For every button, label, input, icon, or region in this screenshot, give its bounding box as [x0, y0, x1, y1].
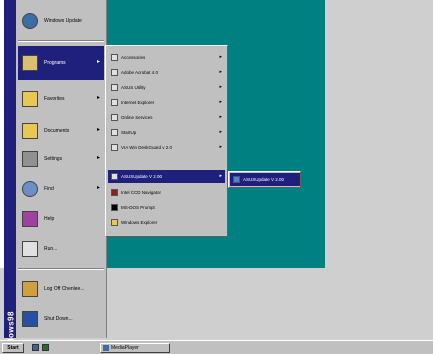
start-item-run[interactable]: Run... — [18, 232, 104, 266]
right-backdrop — [325, 0, 433, 340]
program-group-icon — [111, 84, 118, 91]
start-button[interactable]: Start — [2, 343, 24, 353]
run-icon — [22, 241, 38, 257]
start-item-settings[interactable]: Settings ▸ — [18, 142, 104, 176]
menu-separator — [18, 268, 104, 270]
submenu-arrow-icon: ▸ — [96, 59, 100, 65]
start-item-label: Log Off Chenlee... — [44, 286, 85, 292]
intel-ccd-icon — [111, 189, 118, 196]
desktop-screen: Windows98 Windows Update Programs ▸ Favo… — [0, 0, 433, 354]
programs-submenu: Accessories ▸ Adobe Acrobat 4.0 ▸ ASUS U… — [105, 45, 228, 237]
program-group-icon — [111, 54, 118, 61]
start-menu: Windows98 Windows Update Programs ▸ Favo… — [4, 0, 107, 354]
start-item-label: Documents — [44, 128, 70, 134]
windows-update-icon — [22, 13, 38, 29]
taskbar-button-label: MediaPlayer — [111, 345, 139, 351]
submenu-arrow-icon: ▸ — [219, 69, 222, 75]
mediaplayer-icon — [103, 345, 109, 351]
submenu-arrow-icon: ▸ — [219, 114, 222, 120]
taskbar: Start MediaPlayer — [0, 340, 433, 354]
taskbar-button-mediaplayer[interactable]: MediaPlayer — [100, 343, 170, 353]
help-icon — [22, 211, 38, 227]
programs-item-asusupdate[interactable]: ASUSUpdate V 2.00 ▸ — [108, 170, 225, 183]
flyout-item-label: ASUSUpdate V 2.00 — [243, 177, 285, 182]
windows-explorer-icon — [111, 219, 118, 226]
programs-item-online-services[interactable]: Online Services ▸ — [108, 111, 225, 124]
submenu-arrow-icon: ▸ — [96, 185, 100, 191]
menu-separator — [18, 40, 104, 42]
programs-item-label: Windows Explorer — [121, 220, 158, 225]
submenu-arrow-icon: ▸ — [219, 54, 222, 60]
start-item-log-off[interactable]: Log Off Chenlee... — [18, 272, 104, 306]
program-group-icon — [111, 69, 118, 76]
start-item-label: Favorites — [44, 96, 65, 102]
programs-item-windows-explorer[interactable]: Windows Explorer — [108, 216, 225, 229]
quick-launch-desktop-icon[interactable] — [42, 344, 49, 351]
quick-launch-ie-icon[interactable] — [32, 344, 39, 351]
submenu-arrow-icon: ▸ — [219, 144, 222, 150]
start-item-label: Programs — [44, 60, 66, 66]
programs-item-accessories[interactable]: Accessories ▸ — [108, 51, 225, 64]
submenu-arrow-icon: ▸ — [219, 173, 222, 179]
submenu-arrow-icon: ▸ — [219, 129, 222, 135]
settings-icon — [22, 151, 38, 167]
programs-item-label: ASUSUpdate V 2.00 — [121, 174, 163, 179]
start-item-label: Shut Down... — [44, 316, 73, 322]
find-icon — [22, 181, 38, 197]
asusupdate-flyout: ASUSUpdate V 2.00 — [228, 171, 301, 188]
program-group-icon — [111, 114, 118, 121]
programs-item-label: VIA Win DeskGuard v 2.0 — [121, 145, 173, 150]
program-group-icon — [111, 129, 118, 136]
programs-item-intel-ccd[interactable]: Intel CCD Navigator — [108, 186, 225, 199]
banner-text: Windows98 — [6, 311, 16, 354]
programs-item-label: Internet Explorer — [121, 100, 155, 105]
programs-item-ms-dos[interactable]: MS-DOS Prompt — [108, 201, 225, 214]
ms-dos-icon — [111, 204, 118, 211]
log-off-icon — [22, 281, 38, 297]
programs-item-label: ASUS Utility — [121, 85, 146, 90]
programs-item-internet-explorer[interactable]: Internet Explorer ▸ — [108, 96, 225, 109]
program-group-icon — [111, 173, 118, 180]
start-item-find[interactable]: Find ▸ — [18, 172, 104, 206]
start-item-label: Settings — [44, 156, 63, 162]
flyout-item-asusupdate[interactable]: ASUSUpdate V 2.00 — [230, 173, 300, 186]
start-item-label: Find — [44, 186, 54, 192]
programs-item-label: StartUp — [121, 130, 137, 135]
submenu-arrow-icon: ▸ — [96, 127, 100, 133]
start-item-shut-down[interactable]: Shut Down... — [18, 302, 104, 336]
asusupdate-icon — [233, 176, 240, 183]
programs-folder-icon — [22, 55, 38, 71]
programs-item-label: MS-DOS Prompt — [121, 205, 155, 210]
programs-item-adobe-acrobat[interactable]: Adobe Acrobat 4.0 ▸ — [108, 66, 225, 79]
start-item-label: Run... — [44, 246, 58, 252]
program-group-icon — [111, 99, 118, 106]
start-item-windows-update[interactable]: Windows Update — [18, 4, 104, 38]
programs-item-label: Adobe Acrobat 4.0 — [121, 70, 159, 75]
start-menu-banner: Windows98 — [4, 0, 16, 354]
programs-item-startup[interactable]: StartUp ▸ — [108, 126, 225, 139]
programs-item-asus-utility[interactable]: ASUS Utility ▸ — [108, 81, 225, 94]
start-item-label: Windows Update — [44, 18, 82, 24]
favorites-folder-icon — [22, 91, 38, 107]
start-button-label: Start — [7, 345, 19, 351]
submenu-arrow-icon: ▸ — [96, 95, 100, 101]
submenu-arrow-icon: ▸ — [219, 99, 222, 105]
program-group-icon — [111, 144, 118, 151]
programs-item-via-deskguard[interactable]: VIA Win DeskGuard v 2.0 ▸ — [108, 141, 225, 154]
start-item-label: Help — [44, 216, 55, 222]
start-item-favorites[interactable]: Favorites ▸ — [18, 82, 104, 116]
submenu-arrow-icon: ▸ — [219, 84, 222, 90]
start-item-help[interactable]: Help — [18, 202, 104, 236]
programs-item-label: Intel CCD Navigator — [121, 190, 162, 195]
programs-item-label: Online Services — [121, 115, 153, 120]
submenu-arrow-icon: ▸ — [96, 155, 100, 161]
start-item-programs[interactable]: Programs ▸ — [18, 46, 104, 80]
programs-item-label: Accessories — [121, 55, 146, 60]
documents-folder-icon — [22, 123, 38, 139]
shut-down-icon — [22, 311, 38, 327]
